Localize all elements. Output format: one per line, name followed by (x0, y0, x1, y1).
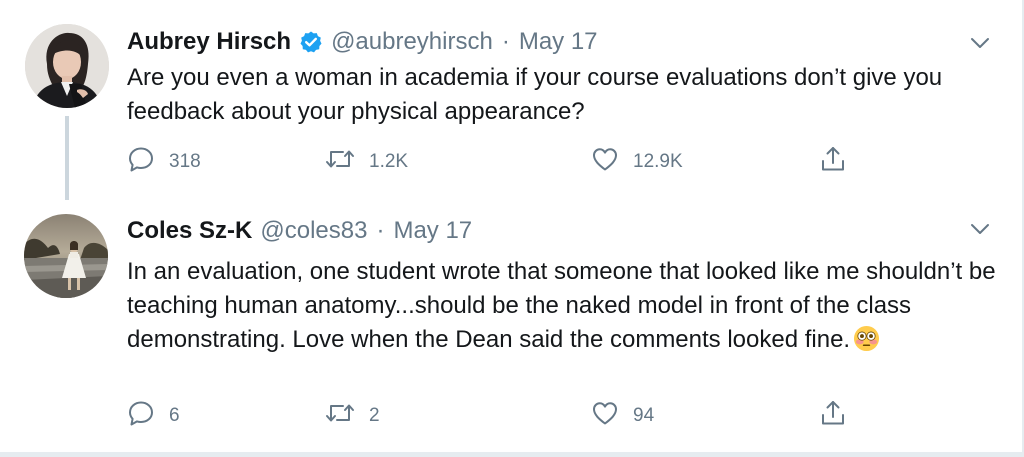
retweet-icon (325, 400, 355, 432)
reply-icon (127, 145, 155, 179)
separator-dot: · (376, 217, 385, 244)
tweet-coles-sz-k[interactable]: Coles Sz-K @coles83 · May 17 In an evalu… (0, 205, 1022, 452)
share-button[interactable] (819, 144, 847, 180)
like-count: 12.9K (633, 151, 683, 172)
retweet-button[interactable]: 2 (325, 398, 380, 434)
tweet-text: In an evaluation, one student wrote that… (127, 255, 1007, 362)
retweet-count: 1.2K (369, 151, 409, 172)
display-name[interactable]: Aubrey Hirsch (127, 28, 291, 56)
reply-count: 318 (169, 151, 201, 172)
tweet-text-content: Are you even a woman in academia if your… (127, 64, 943, 125)
avatar[interactable] (24, 214, 108, 298)
tweet-aubrey-hirsch[interactable]: Aubrey Hirsch @aubreyhirsch · May 17 Are… (0, 0, 1022, 205)
tweet-date[interactable]: May 17 (519, 28, 598, 56)
reply-button[interactable]: 6 (127, 398, 180, 434)
tweet-actions: 6 2 94 (127, 398, 867, 434)
tweet-header: Aubrey Hirsch @aubreyhirsch · May 17 (127, 27, 598, 57)
tweet-actions: 318 1.2K 12.9K (127, 144, 867, 180)
like-count: 94 (633, 405, 655, 426)
tweet-date[interactable]: May 17 (393, 217, 472, 245)
timeline-border-bottom (0, 452, 1024, 457)
avatar[interactable] (25, 24, 109, 108)
display-name[interactable]: Coles Sz-K (127, 217, 252, 245)
chevron-down-icon[interactable] (968, 217, 992, 241)
reply-icon (127, 399, 155, 433)
reply-button[interactable]: 318 (127, 144, 201, 180)
tweet-header: Coles Sz-K @coles83 · May 17 (127, 216, 472, 246)
retweet-count: 2 (369, 405, 380, 426)
reply-count: 6 (169, 405, 180, 426)
user-handle[interactable]: @aubreyhirsch (331, 28, 493, 56)
share-icon (819, 145, 847, 179)
share-icon (819, 399, 847, 433)
like-button[interactable]: 94 (591, 398, 654, 434)
user-handle[interactable]: @coles83 (260, 217, 367, 245)
retweet-icon (325, 146, 355, 178)
share-button[interactable] (819, 398, 847, 434)
like-icon (591, 400, 619, 432)
like-button[interactable]: 12.9K (591, 144, 683, 180)
retweet-button[interactable]: 1.2K (325, 144, 408, 180)
tweet-thread: Aubrey Hirsch @aubreyhirsch · May 17 Are… (0, 0, 1024, 457)
flushed-face-emoji-icon (853, 325, 880, 362)
chevron-down-icon[interactable] (968, 31, 992, 55)
separator-dot: · (501, 28, 510, 55)
thread-connector-line (65, 116, 69, 200)
like-icon (591, 146, 619, 178)
tweet-text: Are you even a woman in academia if your… (127, 61, 1007, 129)
verified-badge-icon (299, 30, 323, 54)
